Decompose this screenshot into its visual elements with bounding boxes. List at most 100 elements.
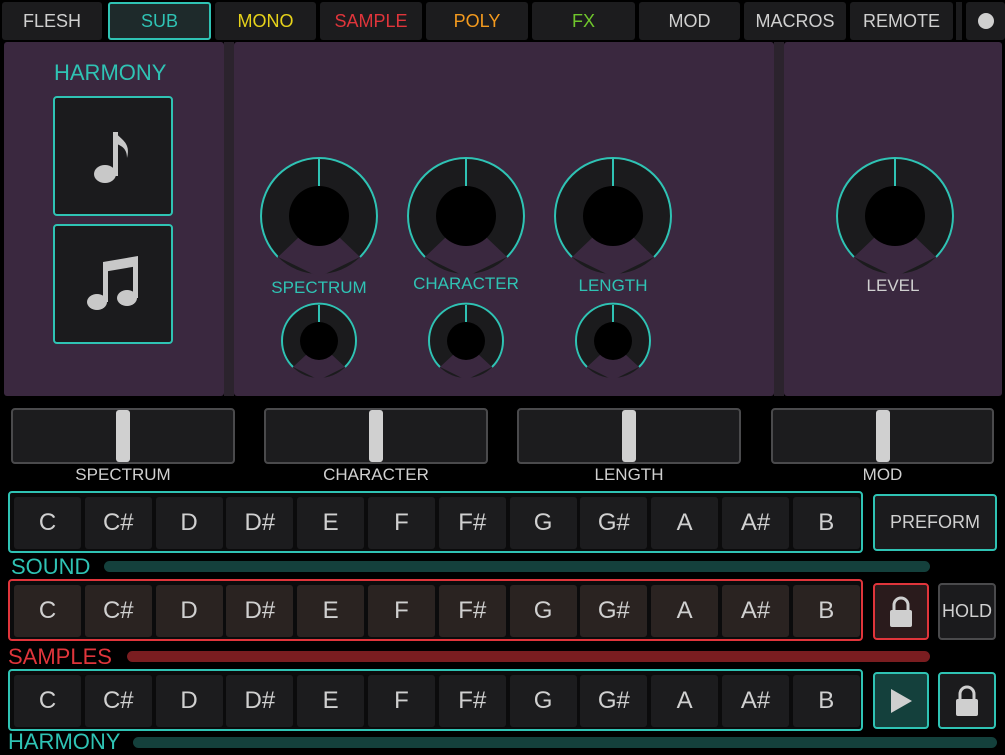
samples-key-c-sharp[interactable]: C# — [84, 585, 152, 637]
panel-divider — [774, 42, 784, 396]
slider-thumb[interactable] — [875, 410, 890, 462]
tab-fx[interactable]: FX — [532, 2, 635, 40]
sound-key-f-sharp[interactable]: F# — [438, 497, 506, 549]
lock-icon — [890, 596, 912, 627]
tab-macros[interactable]: MACROS — [744, 2, 846, 40]
harmony-title: HARMONY — [54, 60, 167, 85]
samples-key-c[interactable]: C — [14, 585, 81, 637]
harmony-key-f[interactable]: F — [368, 675, 435, 727]
double-note-button[interactable] — [53, 224, 173, 344]
tab-label: FLESH — [22, 10, 82, 31]
sound-row-label: SOUND — [11, 554, 91, 579]
sound-key-d-sharp[interactable]: D# — [226, 497, 294, 549]
sound-key-a-sharp[interactable]: A# — [722, 497, 789, 549]
slider-thumb[interactable] — [622, 410, 636, 462]
harmony-key-f-sharp[interactable]: F# — [438, 675, 506, 727]
tab-sub[interactable]: SUB — [108, 2, 211, 40]
samples-key-d[interactable]: D — [155, 585, 223, 637]
hold-button[interactable]: HOLD — [938, 583, 996, 640]
length-knob[interactable] — [552, 155, 674, 277]
harmony-key-d[interactable]: D — [155, 675, 223, 727]
samples-key-f-sharp[interactable]: F# — [438, 585, 506, 637]
harmony-key-row: C C# D D# E F F# G G# A A# B — [8, 669, 863, 731]
samples-key-a[interactable]: A — [651, 585, 719, 637]
sound-key-b[interactable]: B — [792, 497, 860, 549]
samples-key-d-sharp[interactable]: D# — [226, 585, 294, 637]
sound-key-c-sharp[interactable]: C# — [84, 497, 152, 549]
tab-label: SUB — [140, 10, 178, 31]
harmony-lock-button[interactable] — [938, 672, 996, 729]
tab-label: POLY — [453, 10, 501, 31]
samples-key-b[interactable]: B — [792, 585, 860, 637]
character-mod-knob[interactable] — [427, 302, 505, 380]
harmony-key-b[interactable]: B — [792, 675, 860, 727]
length-slider[interactable] — [517, 408, 741, 464]
tab-bar: FLESH SUB MONO SAMPLE POLY FX MOD MACROS… — [0, 0, 1005, 42]
tab-label: MONO — [237, 10, 294, 31]
preform-button[interactable]: PREFORM — [873, 494, 997, 551]
mod-slider[interactable] — [771, 408, 994, 464]
tab-flesh[interactable]: FLESH — [2, 2, 102, 40]
character-knob[interactable] — [405, 155, 527, 277]
length-knob-label: LENGTH — [578, 276, 648, 295]
tab-separator — [956, 2, 962, 40]
spectrum-knob[interactable] — [258, 155, 380, 277]
tab-poly[interactable]: POLY — [426, 2, 528, 40]
harmony-key-a-sharp[interactable]: A# — [722, 675, 789, 727]
tab-mod[interactable]: MOD — [639, 2, 740, 40]
spectrum-knob-label: SPECTRUM — [271, 278, 367, 297]
samples-key-g-sharp[interactable]: G# — [580, 585, 648, 637]
samples-key-row: C C# D D# E F F# G G# A A# B — [8, 579, 863, 641]
tab-label: FX — [571, 10, 595, 31]
sound-key-a[interactable]: A — [651, 497, 719, 549]
preform-label: PREFORM — [890, 512, 980, 532]
single-note-button[interactable] — [53, 96, 173, 216]
samples-key-a-sharp[interactable]: A# — [722, 585, 789, 637]
spectrum-slider[interactable] — [11, 408, 235, 464]
harmony-key-d-sharp[interactable]: D# — [226, 675, 294, 727]
harmony-key-g-sharp[interactable]: G# — [580, 675, 648, 727]
slider-thumb[interactable] — [116, 410, 130, 462]
character-slider[interactable] — [264, 408, 488, 464]
spectrum-mod-knob[interactable] — [280, 302, 358, 380]
hold-label: HOLD — [941, 601, 992, 621]
length-slider-label: LENGTH — [594, 465, 664, 484]
length-mod-knob[interactable] — [574, 302, 652, 380]
play-button[interactable] — [873, 672, 929, 729]
tab-label: MOD — [668, 10, 711, 31]
samples-lock-button[interactable] — [873, 583, 929, 640]
sound-key-g-sharp[interactable]: G# — [580, 497, 648, 549]
sound-key-f[interactable]: F — [368, 497, 435, 549]
play-icon — [891, 688, 912, 713]
mod-slider-label: MOD — [862, 465, 903, 484]
level-knob[interactable] — [834, 155, 956, 277]
tab-label: REMOTE — [862, 10, 940, 31]
spectrum-slider-label: SPECTRUM — [75, 465, 171, 484]
sound-level-bar — [104, 561, 930, 572]
character-knob-label: CHARACTER — [413, 274, 519, 293]
samples-key-e[interactable]: E — [297, 585, 365, 637]
tab-sample[interactable]: SAMPLE — [320, 2, 422, 40]
slider-thumb[interactable] — [369, 410, 383, 462]
harmony-key-c[interactable]: C — [14, 675, 81, 727]
sound-key-e[interactable]: E — [297, 497, 365, 549]
settings-dot-button[interactable] — [966, 2, 1005, 40]
tab-mono[interactable]: MONO — [215, 2, 316, 40]
single-note-icon — [94, 132, 128, 183]
sound-key-c[interactable]: C — [14, 497, 81, 549]
sound-key-g[interactable]: G — [509, 497, 577, 549]
tab-label: SAMPLE — [334, 10, 408, 31]
sound-key-d[interactable]: D — [155, 497, 223, 549]
samples-row-label: SAMPLES — [8, 644, 112, 669]
panel-divider — [224, 42, 234, 396]
samples-key-f[interactable]: F — [368, 585, 435, 637]
harmony-key-c-sharp[interactable]: C# — [84, 675, 152, 727]
tab-remote[interactable]: REMOTE — [850, 2, 953, 40]
double-note-icon — [87, 256, 138, 310]
harmony-key-e[interactable]: E — [297, 675, 365, 727]
lock-icon — [956, 685, 978, 716]
harmony-key-g[interactable]: G — [509, 675, 577, 727]
harmony-key-a[interactable]: A — [651, 675, 719, 727]
harmony-row-label: HARMONY — [8, 729, 121, 754]
samples-key-g[interactable]: G — [509, 585, 577, 637]
